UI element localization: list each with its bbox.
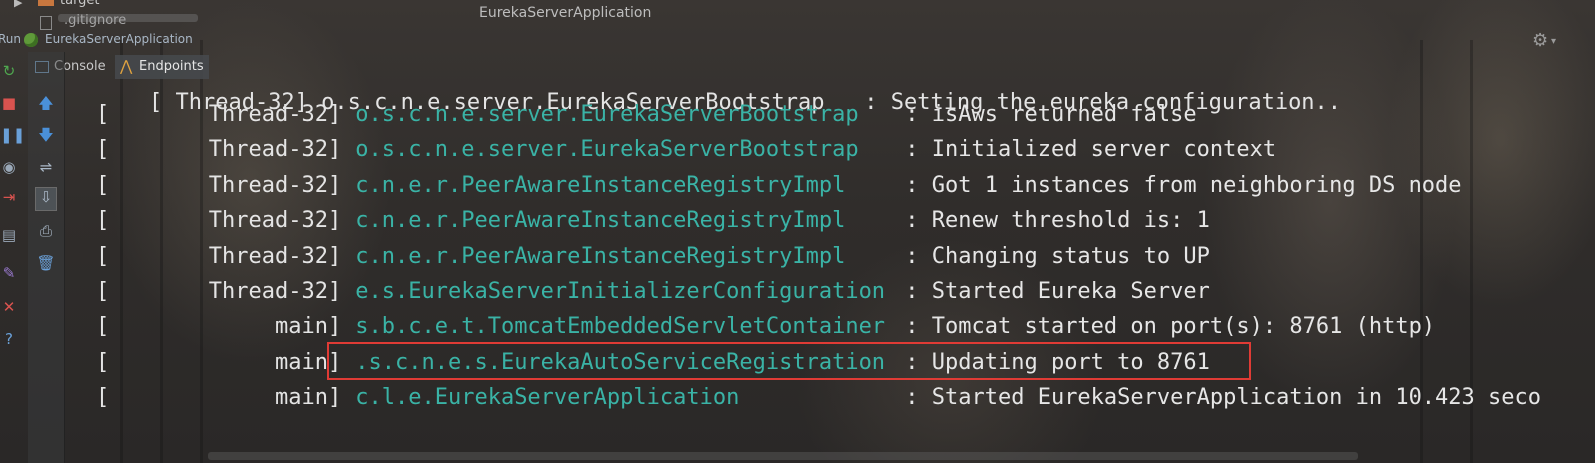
gear-icon[interactable]: ⚙ [1532, 30, 1548, 51]
console-line-partial: [ Thread-32] o.s.c.n.e.server.EurekaServ… [96, 68, 1341, 115]
chevron-down-icon[interactable]: ▾ [1551, 36, 1556, 47]
console-line: [ main] c.l.e.EurekaServerApplication: Sta… [96, 381, 1541, 415]
thread-name: Thread-32] [208, 208, 342, 234]
file-icon [40, 16, 52, 30]
logger-name[interactable]: o.s.c.n.e.server.EurekaServerBootstrap [341, 133, 905, 167]
thread-name: main] [275, 349, 342, 375]
logger-name[interactable]: s.b.c.e.t.TomcatEmbeddedServletContainer [341, 310, 905, 344]
line-bracket: [ [96, 314, 110, 340]
log-message: : Renew threshold is: 1 [905, 208, 1210, 234]
thread-name: main] [275, 314, 342, 340]
tree-item-gitignore[interactable]: .gitignore [64, 13, 126, 28]
tree-item-target[interactable]: target [60, 0, 100, 8]
logger-name[interactable]: .s.c.n.e.s.EurekaAutoServiceRegistration [341, 346, 905, 380]
log-message: : Changing status to UP [905, 243, 1210, 269]
console-line: [ Thread-32] c.n.e.r.PeerAwareInstanceRegi… [96, 204, 1210, 238]
run-tool-header: Run EurekaServerApplication ⚙ ▾ [0, 30, 1595, 52]
line-bracket: [ [96, 243, 110, 269]
line-bracket: [ [96, 137, 110, 163]
spring-boot-icon [24, 33, 38, 47]
thread-name: Thread-32] [208, 279, 342, 304]
console-line: [ main] s.b.c.e.t.TomcatEmbeddedServletCon… [96, 310, 1435, 344]
log-message: : Updating port to 8761 [905, 349, 1210, 375]
thread-name: Thread-32] [208, 102, 342, 127]
line-bracket: [ [96, 102, 110, 127]
console-line: [ main] .s.c.n.e.s.EurekaAutoServiceRegist… [96, 346, 1210, 380]
console-line: [ Thread-32] c.n.e.r.PeerAwareInstanceRegi… [96, 169, 1462, 203]
expand-arrow-icon[interactable]: ▶ [14, 0, 22, 9]
logger-name[interactable]: e.s.EurekaServerInitializerConfiguration [341, 275, 905, 309]
logger-name[interactable]: c.n.e.r.PeerAwareInstanceRegistryImpl [341, 204, 905, 238]
log-message: : Started Eureka Server [905, 279, 1210, 304]
line-bracket: [ [96, 208, 110, 234]
log-message: : Got 1 instances from neighboring DS no… [905, 172, 1462, 198]
console-line: [ Thread-32] o.s.c.n.e.server.EurekaServer… [96, 98, 1197, 132]
log-message: : Tomcat started on port(s): 8761 (http) [905, 314, 1436, 340]
logger-name[interactable]: c.l.e.EurekaServerApplication [341, 381, 905, 415]
logger-name[interactable]: o.s.c.n.e.server.EurekaServerBootstrap [341, 98, 905, 132]
logger-name[interactable]: c.n.e.r.PeerAwareInstanceRegistryImpl [341, 240, 905, 274]
run-config-tab[interactable]: EurekaServerApplication [45, 32, 193, 46]
console-horizontal-scrollbar[interactable] [208, 452, 1358, 460]
line-bracket: [ [96, 385, 110, 411]
thread-name: Thread-32] [208, 172, 342, 198]
console-line: [ Thread-32] c.n.e.r.PeerAwareInstanceRegi… [96, 240, 1210, 274]
editor-tab-title[interactable]: EurekaServerApplication [479, 5, 651, 21]
log-message: : Started EurekaServerApplication in 10.… [905, 385, 1542, 411]
line-bracket: [ [96, 172, 110, 198]
thread-name: Thread-32] [208, 137, 342, 163]
log-message: : isAws returned false [905, 102, 1197, 127]
line-bracket: [ [96, 279, 110, 304]
run-label: Run [0, 32, 22, 46]
logger-name[interactable]: c.n.e.r.PeerAwareInstanceRegistryImpl [341, 169, 905, 203]
thread-name: Thread-32] [208, 243, 342, 269]
console-line: [ Thread-32] e.s.EurekaServerInitializerCo… [96, 275, 1210, 309]
console-output[interactable]: [ Thread-32] o.s.c.n.e.server.EurekaServ… [0, 68, 1595, 463]
thread-name: main] [275, 385, 342, 411]
line-bracket: [ [96, 349, 110, 375]
log-message: : Initialized server context [905, 137, 1277, 163]
folder-icon [38, 0, 54, 6]
console-line: [ Thread-32] o.s.c.n.e.server.EurekaServer… [96, 133, 1276, 167]
